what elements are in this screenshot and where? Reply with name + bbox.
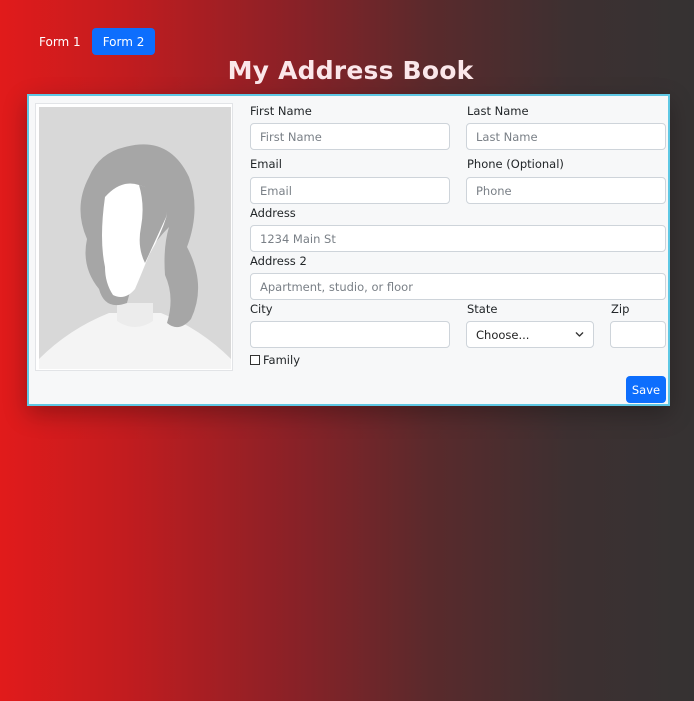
email-label: Email [250,157,282,171]
family-checkbox[interactable] [250,355,260,365]
city-label: City [250,302,273,316]
tab-form-2[interactable]: Form 2 [91,28,156,55]
last-name-label: Last Name [467,104,529,118]
profile-photo [35,103,233,371]
address-input[interactable] [250,225,666,252]
address2-label: Address 2 [250,254,307,268]
chevron-down-icon [575,332,584,337]
zip-input[interactable] [610,321,666,348]
address2-input[interactable] [250,273,666,300]
page-title: My Address Book [227,56,474,85]
first-name-input[interactable] [250,123,450,150]
city-input[interactable] [250,321,450,348]
phone-input[interactable] [466,177,666,204]
state-selected-value: Choose... [476,327,530,342]
email-input[interactable] [250,177,450,204]
form-tabs: Form 1 Form 2 [28,28,156,55]
tab-form-1[interactable]: Form 1 [28,28,92,55]
family-checkbox-row: Family [250,353,300,367]
phone-label: Phone (Optional) [467,157,564,171]
state-select[interactable]: Choose... [466,321,594,348]
address-label: Address [250,206,296,220]
state-label: State [467,302,498,316]
zip-label: Zip [611,302,630,316]
last-name-input[interactable] [466,123,666,150]
address-form-card: First Name Last Name Email Phone (Option… [27,94,670,406]
female-avatar-placeholder-icon [39,107,231,369]
save-button[interactable]: Save [626,376,666,403]
first-name-label: First Name [250,104,312,118]
family-label: Family [263,353,301,367]
